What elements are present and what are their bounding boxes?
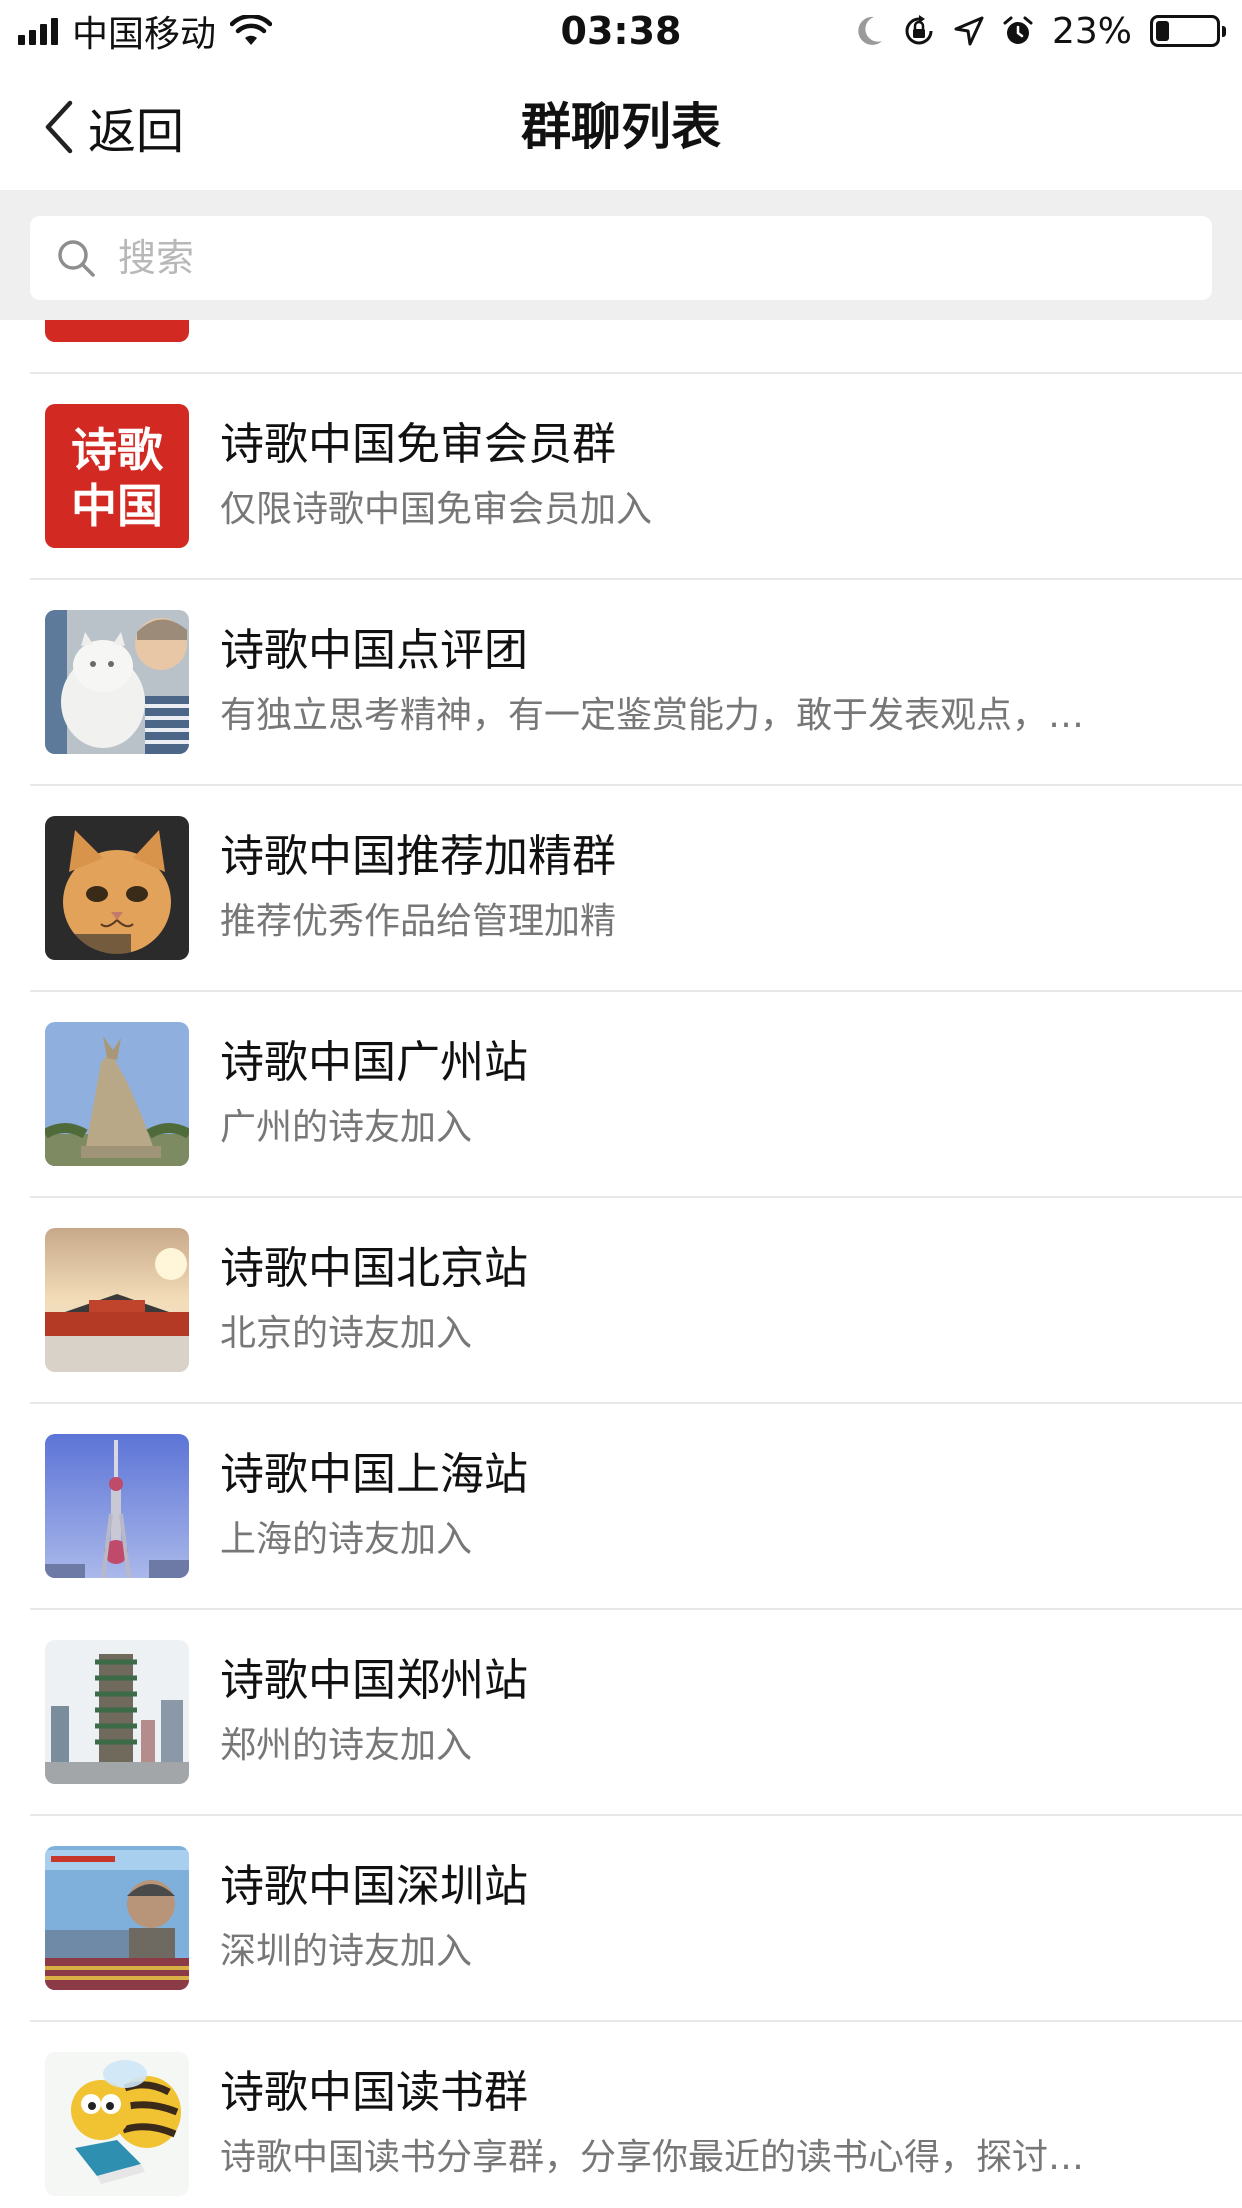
group-subtitle: 仅限诗歌中国免审会员加入	[220, 489, 653, 530]
list-item-partial[interactable]	[0, 320, 1242, 372]
group-row-beijing[interactable]: 诗歌中国北京站 北京的诗友加入	[0, 1198, 1242, 1402]
group-title: 诗歌中国广州站	[220, 1037, 528, 1088]
group-subtitle: 北京的诗友加入	[220, 1313, 473, 1354]
group-title: 诗歌中国点评团	[220, 625, 528, 676]
avatar	[45, 320, 189, 342]
group-row-shenzhen[interactable]: 诗歌中国深圳站 深圳的诗友加入	[0, 1816, 1242, 2020]
avatar-photo-cat-face	[45, 816, 189, 960]
search-box[interactable]	[30, 216, 1212, 300]
battery-icon	[1150, 15, 1226, 47]
group-row-guangzhou[interactable]: 诗歌中国广州站 广州的诗友加入	[0, 992, 1242, 1196]
avatar-photo-guangzhou-statue	[45, 1022, 189, 1166]
group-subtitle: 推荐优秀作品给管理加精	[220, 901, 617, 942]
group-row-reading[interactable]: 诗歌中国读书群 诗歌中国读书分享群，分享你最近的读书心得，探讨…	[0, 2022, 1242, 2208]
search-icon	[58, 240, 95, 277]
group-row-shanghai[interactable]: 诗歌中国上海站 上海的诗友加入	[0, 1404, 1242, 1608]
battery-level	[1156, 21, 1169, 41]
avatar-photo-shanghai-tower	[45, 1434, 189, 1578]
group-list: 诗歌 中国 诗歌中国免审会员群 仅限诗歌中国免审会员加入 诗歌中国点评团 有独立…	[0, 320, 1242, 2208]
group-subtitle: 郑州的诗友加入	[220, 1725, 473, 1766]
status-right: 23%	[854, 6, 1226, 56]
rotation-lock-icon	[905, 15, 933, 45]
group-title: 诗歌中国推荐加精群	[220, 831, 616, 882]
avatar-photo-shenzhen-billboard	[45, 1846, 189, 1990]
svg-text:诗歌: 诗歌	[71, 423, 164, 477]
moon-icon	[858, 16, 882, 45]
group-title: 诗歌中国读书群	[220, 2067, 528, 2118]
group-row-zhengzhou[interactable]: 诗歌中国郑州站 郑州的诗友加入	[0, 1610, 1242, 1814]
group-title: 诗歌中国郑州站	[220, 1655, 528, 1706]
alarm-icon	[1003, 16, 1033, 44]
avatar-photo-cat-child	[45, 610, 189, 754]
navigation-bar: 返回 群聊列表	[0, 62, 1242, 190]
search-bar	[0, 190, 1242, 320]
location-icon	[954, 16, 984, 46]
group-title: 诗歌中国免审会员群	[220, 419, 616, 470]
group-subtitle: 深圳的诗友加入	[220, 1931, 473, 1972]
avatar-logo: 诗歌 中国	[45, 404, 189, 548]
group-subtitle: 诗歌中国读书分享群，分享你最近的读书心得，探讨…	[220, 2137, 1085, 2178]
shige-zhongguo-logo-icon: 诗歌 中国	[45, 404, 189, 548]
group-subtitle: 广州的诗友加入	[220, 1107, 473, 1148]
avatar-cartoon-bee-book	[45, 2052, 189, 2196]
page-title: 群聊列表	[521, 98, 721, 156]
group-title: 诗歌中国深圳站	[220, 1861, 528, 1912]
group-subtitle: 上海的诗友加入	[220, 1519, 473, 1560]
group-title: 诗歌中国上海站	[220, 1449, 528, 1500]
avatar-photo-zhengzhou-tower	[45, 1640, 189, 1784]
screen: 中国移动 03:38 23% 返回 群聊列表 搜索 诗歌 中国 诗歌中国免审会员…	[0, 0, 1242, 2208]
avatar-photo-beijing-palace	[45, 1228, 189, 1372]
group-title: 诗歌中国北京站	[220, 1243, 528, 1294]
group-row-recommend[interactable]: 诗歌中国推荐加精群 推荐优秀作品给管理加精	[0, 786, 1242, 990]
battery-percent: 23%	[1051, 10, 1132, 52]
search-input[interactable]	[116, 235, 1120, 281]
svg-text:中国: 中国	[71, 479, 163, 533]
group-row-review-team[interactable]: 诗歌中国点评团 有独立思考精神，有一定鉴赏能力，敢于发表观点，…	[0, 580, 1242, 784]
group-subtitle: 有独立思考精神，有一定鉴赏能力，敢于发表观点，…	[220, 695, 1085, 736]
group-row-free-review[interactable]: 诗歌 中国 诗歌中国免审会员群 仅限诗歌中国免审会员加入	[0, 374, 1242, 578]
status-bar: 中国移动 03:38 23%	[0, 0, 1242, 62]
